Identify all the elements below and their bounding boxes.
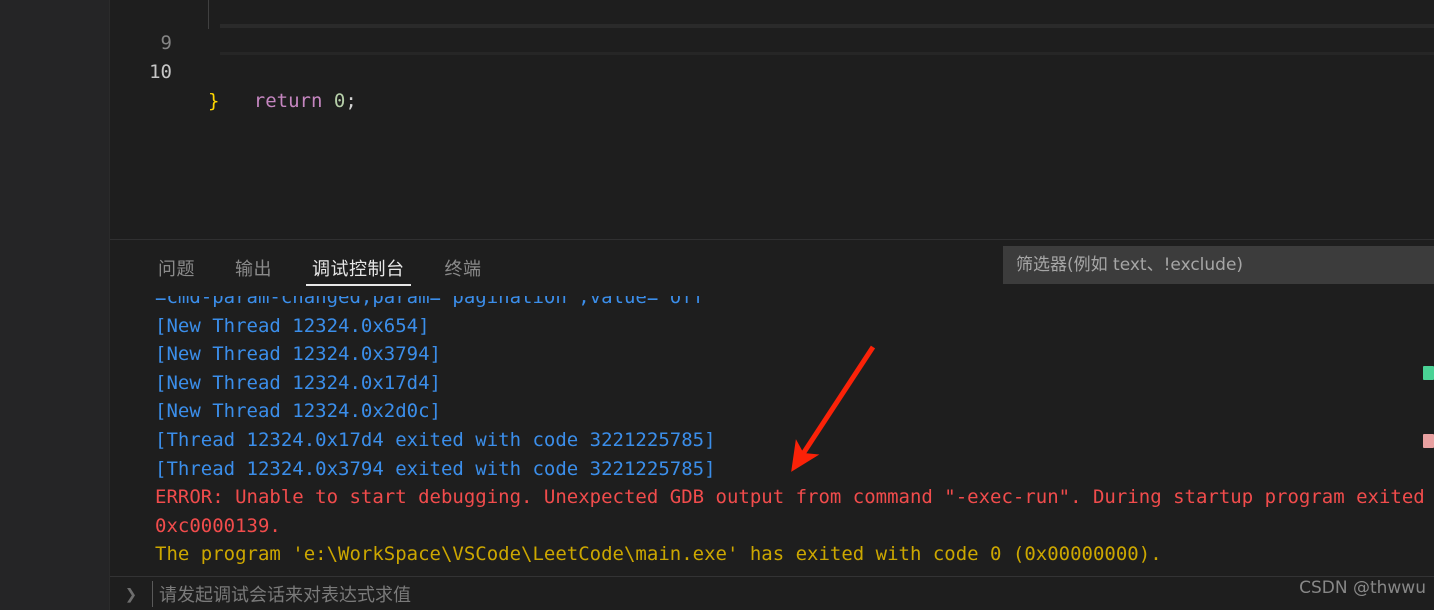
watermark: CSDN @thwwu [1299,578,1426,598]
console-line: [Thread 12324.0x17d4 exited with code 32… [155,428,716,451]
console-line: [New Thread 12324.0x654] [155,314,430,337]
ruler-mark-error [1423,434,1434,448]
console-line: [New Thread 12324.0x3794] [155,343,441,366]
debug-console-output[interactable]: =cmd-param-changed,param="pagination",va… [110,296,1434,577]
console-line: =cmd-param-changed,param="pagination",va… [155,296,716,308]
line-number-10: 10 [149,61,172,83]
debug-repl-input-row[interactable]: ❯ 请发起调试会话来对表达式求值 [110,576,1434,610]
console-line: [New Thread 12324.0x2d0c] [155,400,441,423]
debug-console-lines: =cmd-param-changed,param="pagination",va… [110,296,1434,569]
filter-box[interactable] [1003,246,1434,284]
literal-zero: 0 [333,90,346,112]
tab-output[interactable]: 输出 [215,240,292,296]
tab-debug-console[interactable]: 调试控制台 [292,240,425,296]
panel-header: 问题 输出 调试控制台 终端 [110,240,1434,296]
code-line-9[interactable]: 9 return 0; [110,0,1434,112]
code-line-10[interactable]: 10 } [110,29,1434,112]
console-line-exit: The program 'e:\WorkSpace\VSCode\LeetCod… [155,543,1162,566]
tab-problems[interactable]: 问题 [138,240,215,296]
console-line-error-cont: 0xc0000139. [155,514,281,537]
console-line: [Thread 12324.0x3794 exited with code 32… [155,457,716,480]
panel-tab-list: 问题 输出 调试控制台 终端 [110,240,502,296]
code-editor[interactable]: 9 return 0; 10 } [110,0,1434,239]
console-overview-ruler[interactable] [1420,352,1434,577]
tab-terminal-label: 终端 [444,259,482,280]
indent-guide [208,0,209,29]
tab-debug-console-label: 调试控制台 [312,259,405,280]
console-line-error: ERROR: Unable to start debugging. Unexpe… [155,486,1434,509]
ruler-mark-info [1423,366,1434,380]
chevron-right-icon: ❯ [124,581,138,606]
filter-input[interactable] [1014,254,1423,276]
vscode-window: 9 return 0; 10 } 问题 输出 调试控制台 终端 筛选器(例如 t… [0,0,1434,610]
bottom-panel: 问题 输出 调试控制台 终端 =cmd-param-changed,param=… [110,239,1434,610]
closing-brace: } [208,90,220,112]
tab-terminal[interactable]: 终端 [425,240,502,296]
repl-input[interactable]: 请发起调试会话来对表达式求值 [152,580,1434,607]
semicolon: ; [345,90,357,112]
console-line: [New Thread 12324.0x17d4] [155,371,441,394]
tab-problems-label: 问题 [158,259,195,280]
keyword-return: return [253,90,323,112]
sidebar-strip [0,0,110,610]
tab-output-label: 输出 [235,259,272,280]
code-line-9-text: return 0; [208,87,357,116]
